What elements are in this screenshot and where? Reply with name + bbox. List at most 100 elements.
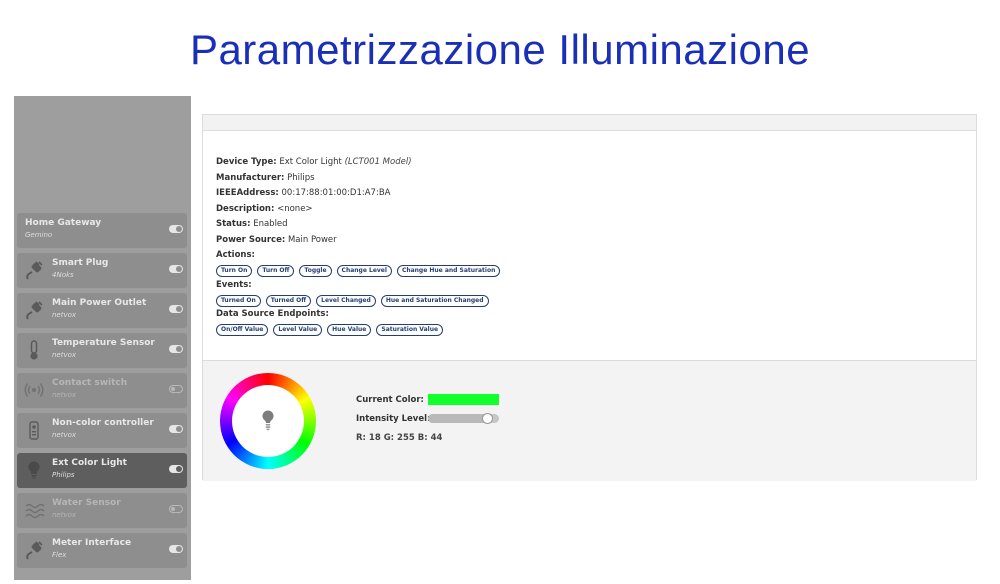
action-pill[interactable]: Change Hue and Saturation [396, 265, 501, 277]
current-color-label: Current Color: [356, 395, 424, 405]
action-pill[interactable]: Change Level [336, 265, 392, 277]
description-row: Description: <none> [216, 202, 500, 218]
endpoints-heading: Data Source Endpoints: [216, 307, 500, 323]
device-enable-toggle[interactable] [169, 225, 183, 233]
description-label: Description: [216, 203, 275, 214]
device-enable-toggle[interactable] [169, 345, 183, 353]
sidebar-device-name: Meter Interface [52, 538, 132, 548]
ieee-address-value: 00:17:88:01:00:D1:A7:BA [281, 188, 391, 198]
device-enable-toggle[interactable] [169, 465, 183, 473]
status-row: Status: Enabled [216, 217, 500, 233]
endpoint-pill[interactable]: Hue Value [327, 324, 372, 336]
page-title: Parametrizzazione Illuminazione [189, 26, 811, 73]
sidebar-device-name: Contact switch [52, 378, 128, 388]
device-type-value: Ext Color Light [279, 157, 342, 167]
sidebar-device-vendor: Philips [52, 471, 75, 479]
manufacturer-value: Philips [287, 172, 315, 183]
endpoints-label: Data Source Endpoints: [216, 309, 329, 319]
sidebar-device-vendor: netvox [52, 351, 77, 359]
ieee-address-row: IEEEAddress: 00:17:88:01:00:D1:A7:BA [216, 186, 500, 202]
device-type-label: Device Type: [216, 157, 277, 167]
device-enable-toggle[interactable] [169, 425, 183, 433]
intensity-slider[interactable] [428, 413, 499, 424]
events-heading: Events: [216, 278, 500, 294]
wireless-icon [23, 379, 45, 401]
intensity-slider-handle[interactable] [482, 413, 493, 424]
sidebar-device-vendor: 4Noks [52, 271, 74, 279]
sidebar-device-item[interactable]: Non-color controller netvox [17, 413, 187, 448]
sidebar-device-vendor: Flex [52, 551, 67, 559]
sidebar-device-item[interactable]: Meter Interface Flex [17, 533, 187, 568]
event-pill[interactable]: Turned On [216, 294, 261, 307]
sidebar-device-name: Temperature Sensor [52, 338, 155, 348]
device-enable-toggle[interactable] [169, 505, 183, 513]
intensity-level-label: Intensity Level: [356, 414, 431, 424]
device-type-row: Device Type: Ext Color Light (LCT001 Mod… [216, 155, 500, 171]
color-wheel[interactable] [220, 373, 316, 469]
sidebar-device-item[interactable]: Main Power Outlet netvox [17, 293, 187, 328]
status-value: Enabled [253, 219, 288, 229]
events-list: Turned On Turned Off Level Changed Hue and … [216, 294, 500, 307]
plug-icon [23, 299, 45, 321]
sidebar-device-vendor: netvox [52, 311, 77, 319]
status-label: Status: [216, 219, 251, 229]
endpoint-pill[interactable]: On/Off Value [216, 324, 269, 336]
events-label: Events: [216, 279, 252, 290]
actions-heading: Actions: [216, 248, 500, 264]
endpoint-pill[interactable]: Saturation Value [376, 324, 444, 336]
sidebar-device-item[interactable]: Smart Plug 4Noks [17, 253, 187, 288]
sidebar-device-item[interactable]: Ext Color Light Philips [17, 453, 187, 488]
actions-label: Actions: [216, 250, 255, 260]
sidebar-device-vendor: netvox [52, 511, 77, 519]
sidebar-device-vendor: Gemino [25, 231, 53, 239]
sidebar-device-name: Ext Color Light [52, 458, 127, 468]
sidebar-device-name: Water Sensor [52, 498, 121, 508]
action-pill[interactable]: Toggle [299, 265, 332, 277]
thermometer-icon [23, 339, 45, 361]
light-control-area: Current Color: Intensity Level: R: 18 G:… [203, 360, 976, 481]
remote-icon [23, 419, 45, 441]
event-pill[interactable]: Level Changed [316, 294, 376, 307]
description-value: <none> [277, 203, 313, 214]
actions-list: Turn On Turn Off Toggle Change Level Change … [216, 265, 501, 278]
device-enable-toggle[interactable] [169, 265, 183, 273]
power-source-value: Main Power [287, 234, 337, 245]
power-source-label: Power Source: [216, 234, 286, 245]
sidebar-device-item[interactable]: Water Sensor netvox [17, 493, 187, 528]
event-pill[interactable]: Turned Off [265, 294, 312, 307]
action-pill[interactable]: Turn On [216, 265, 253, 277]
device-info: Device Type: Ext Color Light (LCT001 Mod… [216, 155, 501, 337]
device-enable-toggle[interactable] [169, 385, 183, 393]
sidebar-device-name: Main Power Outlet [52, 298, 147, 308]
plug-icon [23, 539, 45, 561]
current-color-swatch [428, 394, 499, 405]
sidebar-device-item[interactable]: Temperature Sensor netvox [17, 333, 187, 368]
manufacturer-row: Manufacturer: Philips [216, 171, 500, 187]
endpoints-list: On/Off Value Level Value Hue Value Saturati… [216, 324, 500, 337]
sidebar-device-name: Smart Plug [52, 258, 109, 268]
rgb-readout: R: 18 G: 255 B: 44 [356, 433, 443, 443]
ieee-address-label: IEEEAddress: [216, 188, 279, 198]
bulb-icon [23, 459, 45, 481]
action-pill[interactable]: Turn Off [257, 265, 295, 277]
sidebar-device-vendor: netvox [52, 431, 77, 439]
power-source-row: Power Source: Main Power [216, 233, 500, 249]
device-model: (LCT001 Model) [344, 157, 412, 167]
sidebar-device-name: Non-color controller [52, 418, 154, 428]
lightbulb-icon [262, 410, 274, 431]
device-enable-toggle[interactable] [169, 545, 183, 553]
event-pill[interactable]: Hue and Saturation Changed [380, 294, 489, 307]
sidebar-device-name: Home Gateway [25, 218, 102, 228]
manufacturer-label: Manufacturer: [216, 172, 285, 183]
plug-icon [23, 259, 45, 281]
panel-header [203, 115, 976, 131]
endpoint-pill[interactable]: Level Value [273, 324, 323, 336]
device-detail-panel: Device Type: Ext Color Light (LCT001 Mod… [202, 114, 977, 481]
device-enable-toggle[interactable] [169, 305, 183, 313]
sidebar-device-item[interactable]: Home Gateway Gemino [17, 213, 187, 248]
sidebar-device-vendor: netvox [52, 391, 77, 399]
water-icon [23, 499, 45, 521]
color-wheel-center [232, 385, 304, 457]
sidebar-device-item[interactable]: Contact switch netvox [17, 373, 187, 408]
device-sidebar: Home Gateway Gemino Smart Plug 4Noks Main Po… [14, 96, 191, 580]
